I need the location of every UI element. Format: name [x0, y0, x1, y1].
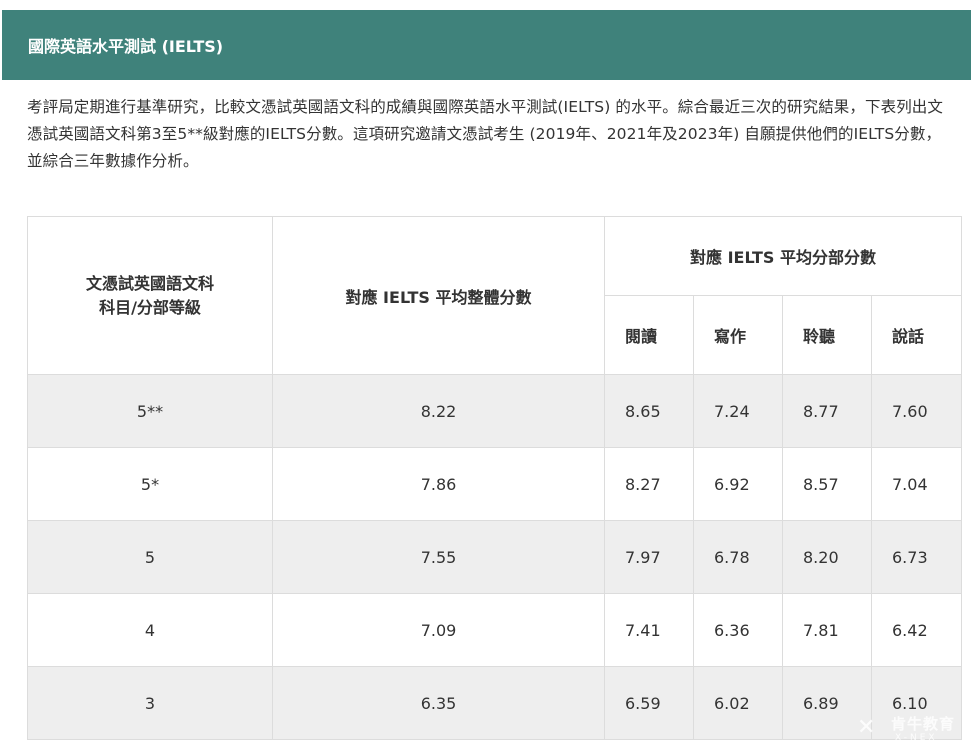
- subject-grade-header: 文憑試英國語文科 科目/分部等級: [27, 216, 273, 375]
- listening-cell: 8.57: [782, 447, 872, 521]
- overall-cell: 8.22: [272, 374, 605, 448]
- speaking-cell: 6.10: [870, 666, 963, 740]
- grade-cell: 3: [27, 666, 273, 740]
- speaking-cell: 7.04: [870, 447, 963, 521]
- reading-cell: 7.41: [604, 593, 694, 667]
- writing-cell: 6.92: [693, 447, 783, 521]
- table-row: 5** 8.22 8.65 7.24 8.77 7.60: [27, 374, 963, 448]
- writing-cell: 6.02: [693, 666, 783, 740]
- overall-cell: 7.86: [272, 447, 605, 521]
- reading-cell: 8.27: [604, 447, 694, 521]
- writing-cell: 7.24: [693, 374, 783, 448]
- listening-cell: 8.77: [782, 374, 872, 448]
- top-spacer: [0, 0, 971, 10]
- speaking-cell: 7.60: [870, 374, 963, 448]
- listening-cell: 7.81: [782, 593, 872, 667]
- grade-cell: 5*: [27, 447, 273, 521]
- reading-header: 閱讀: [604, 295, 694, 375]
- section-header: 國際英語水平測試 (IELTS): [2, 10, 971, 80]
- listening-cell: 6.89: [782, 666, 872, 740]
- grade-cell: 5**: [27, 374, 273, 448]
- listening-header: 聆聽: [782, 295, 872, 375]
- writing-cell: 6.78: [693, 520, 783, 594]
- table-row: 5* 7.86 8.27 6.92 8.57 7.04: [27, 447, 963, 521]
- subject-header-line2: 科目/分部等級: [99, 297, 201, 317]
- section-title: 國際英語水平測試 (IELTS): [28, 37, 224, 56]
- table-row: 5 7.55 7.97 6.78 8.20 6.73: [27, 520, 963, 594]
- intro-paragraph: 考評局定期進行基準研究，比較文憑試英國語文科的成績與國際英語水平測試(IELTS…: [27, 98, 943, 170]
- subscore-group-header: 對應 IELTS 平均分部分數: [603, 216, 963, 296]
- writing-header: 寫作: [693, 295, 783, 375]
- listening-cell: 8.20: [782, 520, 872, 594]
- speaking-header: 說話: [870, 295, 963, 375]
- overall-cell: 7.09: [272, 593, 605, 667]
- table-row: 4 7.09 7.41 6.36 7.81 6.42: [27, 593, 963, 667]
- writing-cell: 6.36: [693, 593, 783, 667]
- overall-cell: 7.55: [272, 520, 605, 594]
- table-row: 3 6.35 6.59 6.02 6.89 6.10: [27, 666, 963, 740]
- speaking-cell: 6.42: [870, 593, 963, 667]
- subject-header-line1: 文憑試英國語文科: [85, 273, 214, 293]
- overall-cell: 6.35: [272, 666, 605, 740]
- speaking-cell: 6.73: [870, 520, 963, 594]
- reading-cell: 6.59: [604, 666, 694, 740]
- reading-cell: 8.65: [604, 374, 694, 448]
- grade-cell: 4: [27, 593, 273, 667]
- reading-cell: 7.97: [604, 520, 694, 594]
- overall-score-header: 對應 IELTS 平均整體分數: [272, 216, 605, 375]
- ielts-score-table: 文憑試英國語文科 科目/分部等級 對應 IELTS 平均整體分數 對應 IELT…: [27, 216, 963, 740]
- grade-cell: 5: [27, 520, 273, 594]
